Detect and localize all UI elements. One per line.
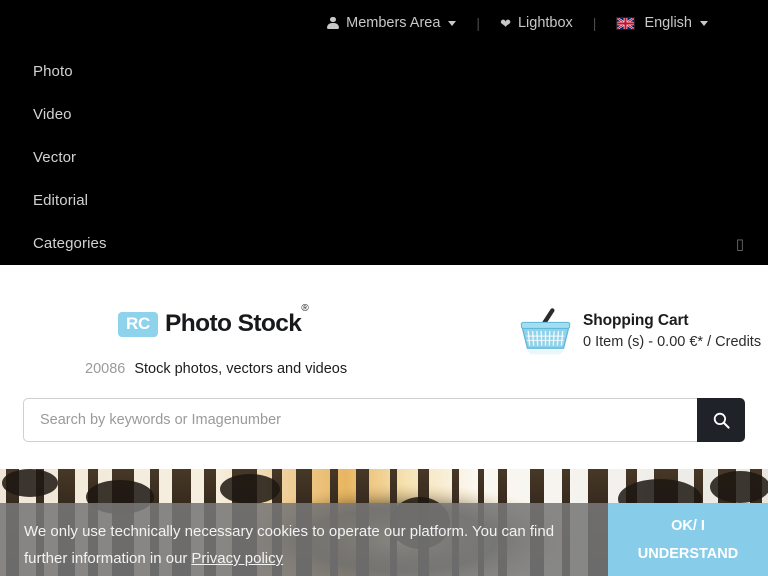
utility-separator-1: |: [476, 15, 481, 31]
search-input[interactable]: [23, 398, 697, 442]
members-area-label: Members Area: [346, 14, 441, 31]
registered-mark: ®: [301, 302, 309, 314]
menu-item-editorial[interactable]: Editorial: [0, 179, 768, 222]
logo-badge: RC: [118, 311, 158, 337]
person-icon: [327, 16, 340, 30]
logo-badge-text: RC: [126, 314, 150, 333]
menu-item-vector[interactable]: Vector: [0, 136, 768, 179]
menu-item-label: Editorial: [33, 192, 89, 209]
shopping-basket-icon: [520, 308, 571, 355]
menu-item-label: Vector: [33, 149, 77, 166]
menu-item-label: Video: [33, 106, 72, 123]
site-tagline: 20086 Stock photos, vectors and videos: [85, 361, 347, 377]
lightbox-link[interactable]: ❤ Lightbox: [500, 16, 573, 31]
uk-flag-icon: [616, 16, 636, 30]
chevron-down-icon: [448, 20, 457, 26]
site-logo[interactable]: RC Photo Stock®: [118, 303, 309, 338]
chevron-down-icon: [700, 20, 708, 26]
main-menu: Photo Video Vector Editorial Categories …: [0, 50, 768, 265]
cart-summary: 0 Item (s) - 0.00 €* / Credits: [583, 334, 762, 350]
menu-item-categories[interactable]: Categories ▯: [0, 222, 768, 265]
search-icon: [713, 412, 730, 429]
accept-button-line2: UNDERSTAND: [637, 545, 739, 562]
language-selector[interactable]: English: [616, 16, 708, 31]
accept-cookies-button[interactable]: OK/ I UNDERSTAND: [608, 503, 768, 576]
cookie-consent-banner: We only use technically necessary cookie…: [0, 503, 768, 576]
language-label: English: [644, 14, 692, 31]
missing-glyph-icon: ▯: [735, 234, 744, 253]
search-button[interactable]: [697, 398, 745, 442]
utility-separator-2: |: [592, 15, 597, 31]
members-area-menu[interactable]: Members Area: [327, 14, 457, 31]
menu-item-label: Categories: [33, 235, 107, 252]
lightbox-label: Lightbox: [517, 14, 573, 31]
menu-item-photo[interactable]: Photo: [0, 50, 768, 93]
logo-wordmark-text: Photo Stock: [165, 310, 302, 337]
cookie-message-line1: We only use technically necessary cookie…: [24, 523, 526, 540]
menu-item-label: Photo: [33, 63, 73, 80]
image-count: 20086: [85, 361, 126, 377]
privacy-policy-link[interactable]: Privacy policy: [187, 550, 283, 567]
cart-title: Shopping Cart: [583, 312, 689, 329]
search-bar: [23, 398, 745, 442]
utility-bar: Members Area | ❤ Lightbox | English: [0, 0, 768, 46]
accept-button-line1: OK/ I: [671, 517, 705, 534]
top-navigation-panel: Members Area | ❤ Lightbox | English Phot…: [0, 0, 768, 265]
heart-icon: ❤: [500, 15, 511, 31]
menu-item-video[interactable]: Video: [0, 93, 768, 136]
logo-wordmark: Photo Stock®: [165, 303, 309, 338]
tagline-text: Stock photos, vectors and videos: [134, 361, 348, 377]
cookie-message: We only use technically necessary cookie…: [0, 503, 608, 576]
shopping-cart[interactable]: Shopping Cart 0 Item (s) - 0.00 €* / Cre…: [518, 305, 761, 357]
